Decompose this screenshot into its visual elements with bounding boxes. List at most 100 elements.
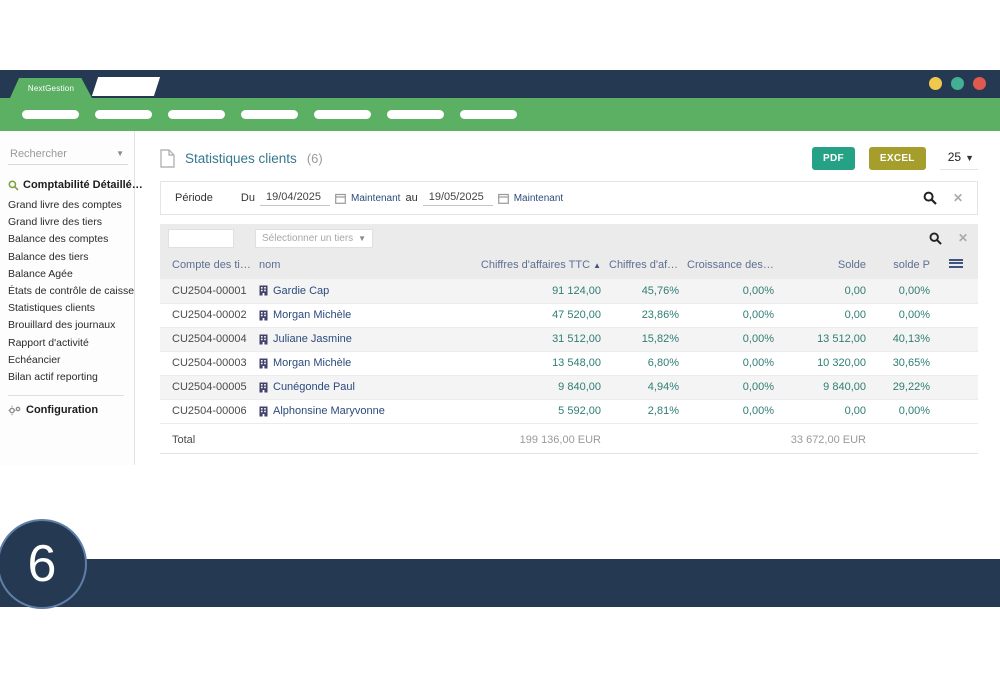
cell-ca-ttc: 13 548,00 <box>455 351 605 375</box>
cell-croissance: 0,00% <box>683 399 778 423</box>
active-tab-blank[interactable] <box>92 77 160 96</box>
col-ca-pct[interactable]: Chiffres d'affaire… <box>605 252 683 279</box>
sidebar-item-rapport-d-activit-[interactable]: Rapport d'activité <box>8 335 134 352</box>
cell-ca-ttc: 5 592,00 <box>455 399 605 423</box>
minimize-dot-icon[interactable] <box>929 77 942 90</box>
sort-asc-icon: ▲ <box>593 261 601 270</box>
cell-solde: 9 840,00 <box>778 375 870 399</box>
filter-bar: Sélectionner un tiers ▼ ✕ <box>160 224 978 252</box>
sidebar-item-statistiques-clients[interactable]: Statistiques clients <box>8 300 134 317</box>
sidebar-item-balance-des-tiers[interactable]: Balance des tiers <box>8 249 134 266</box>
cell-croissance: 0,00% <box>683 351 778 375</box>
cell-nom: Cunégonde Paul <box>255 375 455 399</box>
nav-pill-5[interactable] <box>314 110 371 119</box>
period-clear-icon[interactable]: ✕ <box>953 191 963 205</box>
list-view-icon <box>949 257 963 269</box>
sidebar-item-configuration[interactable]: Configuration <box>8 404 134 416</box>
cell-ca-ttc: 91 124,00 <box>455 279 605 303</box>
sidebar-item-grand-livre-des-tiers[interactable]: Grand livre des tiers <box>8 214 134 231</box>
col-croissance[interactable]: Croissance des … <box>683 252 778 279</box>
table-row[interactable]: CU2504-00001 <box>160 279 978 303</box>
now-link-to[interactable]: Maintenant <box>514 193 563 204</box>
table-search-button[interactable] <box>929 232 942 245</box>
page-size-value: 25 <box>948 150 961 164</box>
titlebar: NextGestion <box>0 70 1000 98</box>
cell-solde-p: 0,00% <box>870 279 934 303</box>
cell-ca-pct: 6,80% <box>605 351 683 375</box>
compte-filter-input[interactable] <box>168 229 234 248</box>
total-solde: 33 672,00 EUR <box>778 423 870 453</box>
sidebar-search-select[interactable]: Rechercher ▼ <box>8 145 128 165</box>
cell-compte: CU2504-00002 <box>160 303 255 327</box>
table-clear-icon[interactable]: ✕ <box>958 231 968 245</box>
col-actions[interactable] <box>934 252 978 279</box>
sidebar-item-balance-ag-e[interactable]: Balance Agée <box>8 266 134 283</box>
sidebar-item-grand-livre-des-comptes[interactable]: Grand livre des comptes <box>8 197 134 214</box>
cell-nom: Morgan Michèle <box>255 351 455 375</box>
search-icon <box>923 191 937 205</box>
table-row[interactable]: CU2504-00004 <box>160 327 978 351</box>
cell-nom: Juliane Jasmine <box>255 327 455 351</box>
cell-croissance: 0,00% <box>683 375 778 399</box>
total-ca-ttc: 199 136,00 EUR <box>455 423 605 453</box>
client-name-link[interactable]: Juliane Jasmine <box>273 333 352 345</box>
magnifier-icon <box>8 180 19 191</box>
col-solde-p[interactable]: solde P <box>870 252 934 279</box>
building-icon <box>259 310 268 321</box>
brand-label: NextGestion <box>28 84 74 93</box>
cell-nom: Morgan Michèle <box>255 303 455 327</box>
cell-compte: CU2504-00004 <box>160 327 255 351</box>
sidebar-section-comptabilite[interactable]: Comptabilité Détaillé… <box>8 179 134 191</box>
page-size-select[interactable]: 25 ▼ <box>940 147 978 170</box>
col-nom[interactable]: nom <box>255 252 455 279</box>
app-body: Rechercher ▼ Comptabilité Détaillé… Gran… <box>0 131 1000 465</box>
main-navbar <box>0 98 1000 131</box>
pdf-button[interactable]: PDF <box>812 147 855 170</box>
table-row[interactable]: CU2504-00002 <box>160 303 978 327</box>
now-link-from[interactable]: Maintenant <box>351 193 400 204</box>
to-label: au <box>405 192 417 204</box>
excel-button[interactable]: EXCEL <box>869 147 926 170</box>
table-row[interactable]: CU2504-00006 <box>160 399 978 423</box>
client-name-link[interactable]: Morgan Michèle <box>273 309 351 321</box>
document-icon <box>160 149 175 168</box>
nav-pill-4[interactable] <box>241 110 298 119</box>
sidebar-menu: Grand livre des comptesGrand livre des t… <box>8 197 134 386</box>
col-ca-ttc[interactable]: Chiffres d'affaires TTC ▲ <box>455 252 605 279</box>
main-content: Statistiques clients (6) PDF EXCEL 25▼ P… <box>135 131 1000 465</box>
nav-pill-3[interactable] <box>168 110 225 119</box>
nav-pill-7[interactable] <box>460 110 517 119</box>
table-row[interactable]: CU2504-00003 <box>160 351 978 375</box>
period-search-button[interactable] <box>923 191 937 205</box>
maximize-dot-icon[interactable] <box>951 77 964 90</box>
calendar-icon[interactable] <box>335 193 346 204</box>
date-from-input[interactable]: 19/04/2025 <box>260 190 330 206</box>
gears-icon <box>8 405 22 416</box>
cell-solde-p: 40,13% <box>870 327 934 351</box>
table-row[interactable]: CU2504-00005 <box>160 375 978 399</box>
sidebar-item-bilan-actif-reporting[interactable]: Bilan actif reporting <box>8 369 134 386</box>
col-compte[interactable]: Compte des tiers <box>160 252 255 279</box>
nav-pill-1[interactable] <box>22 110 79 119</box>
tiers-select[interactable]: Sélectionner un tiers ▼ <box>255 229 373 248</box>
client-name-link[interactable]: Gardie Cap <box>273 285 329 297</box>
sidebar-item-balance-des-comptes[interactable]: Balance des comptes <box>8 231 134 248</box>
sidebar-item-ech-ancier[interactable]: Echéancier <box>8 352 134 369</box>
cell-croissance: 0,00% <box>683 327 778 351</box>
sidebar-item--tats-de-contr-le-de-caisse[interactable]: États de contrôle de caisse <box>8 283 134 300</box>
client-name-link[interactable]: Cunégonde Paul <box>273 381 355 393</box>
sidebar-item-brouillard-des-journaux[interactable]: Brouillard des journaux <box>8 317 134 334</box>
date-to-input[interactable]: 19/05/2025 <box>423 190 493 206</box>
calendar-icon[interactable] <box>498 193 509 204</box>
close-dot-icon[interactable] <box>973 77 986 90</box>
chevron-down-icon: ▼ <box>965 153 974 163</box>
col-solde[interactable]: Solde <box>778 252 870 279</box>
nav-pill-6[interactable] <box>387 110 444 119</box>
nav-pill-2[interactable] <box>95 110 152 119</box>
client-name-link[interactable]: Morgan Michèle <box>273 357 351 369</box>
total-label: Total <box>160 423 255 453</box>
brand-tab[interactable]: NextGestion <box>10 78 92 98</box>
slide-number-badge: 6 <box>0 519 87 609</box>
client-name-link[interactable]: Alphonsine Maryvonne <box>273 405 385 417</box>
cell-solde-p: 30,65% <box>870 351 934 375</box>
